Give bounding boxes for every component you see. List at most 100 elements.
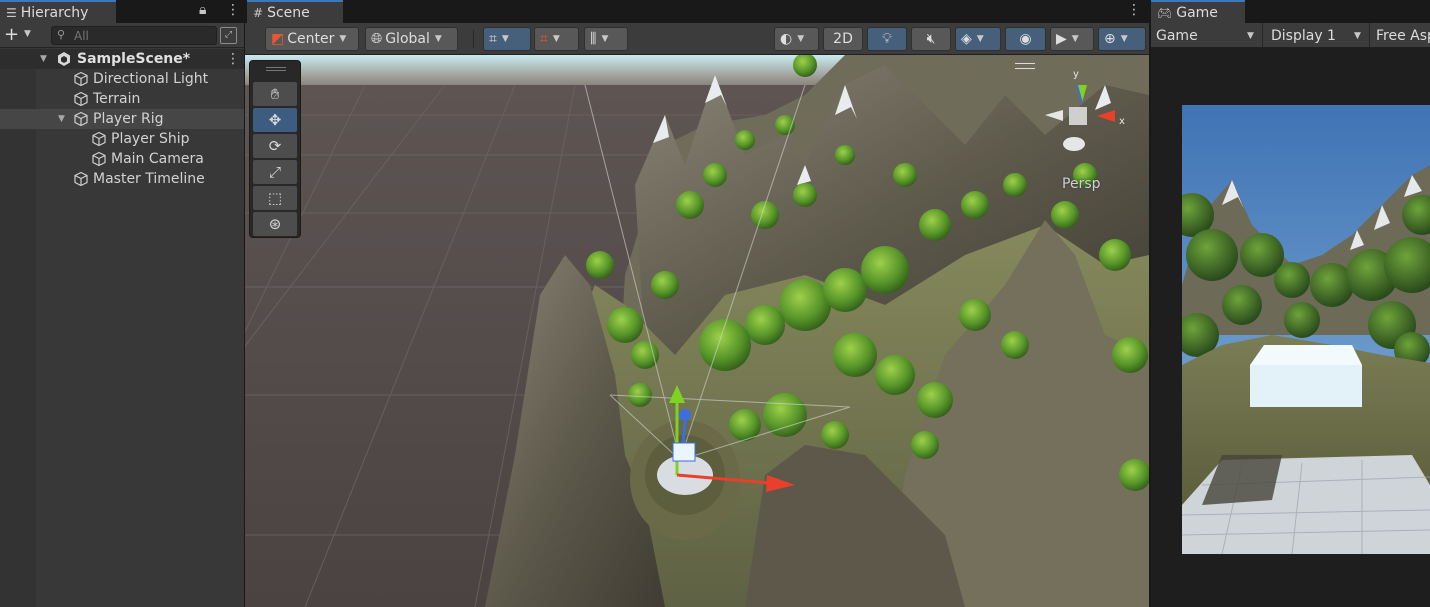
tab-scene[interactable]: # Scene <box>247 0 343 23</box>
lightbulb-icon: 💡︎ <box>882 31 892 47</box>
gamepad-icon: 🎮︎ <box>1157 5 1173 20</box>
chevron-down-icon: ▼ <box>501 34 509 44</box>
gameobject-cube-icon <box>74 71 88 87</box>
hierarchy-tabbar: ☰ Hierarchy 🔒︎ ⋮ <box>0 0 244 23</box>
hierarchy-item-directional-light[interactable]: Directional Light <box>0 69 244 89</box>
grid-snap-toggle[interactable]: ⌗ ▼ <box>483 27 531 51</box>
effects-toggle[interactable]: ◈ ▼ <box>955 27 1001 51</box>
tab-hierarchy[interactable]: ☰ Hierarchy <box>0 0 116 23</box>
chevron-down-icon: ▼ <box>339 34 347 44</box>
hierarchy-item-player-ship[interactable]: Player Ship <box>0 129 244 149</box>
transform-tool[interactable]: ⊛ <box>253 212 297 236</box>
aspect-dropdown[interactable]: Free Aspect <box>1371 23 1430 47</box>
chevron-down-icon: ▼ <box>1120 34 1128 44</box>
expand-arrow-icon[interactable]: ▼ <box>40 54 47 64</box>
grid-visibility-toggle[interactable]: ⫼ ▼ <box>584 27 628 51</box>
lock-icon[interactable]: 🔒︎ <box>199 2 206 18</box>
rotate-tool[interactable]: ⟳ <box>253 134 297 158</box>
snap-increment-icon: ⌗ <box>540 31 548 47</box>
scene-render: x y <box>245 55 1149 607</box>
gizmo-globe-icon: ⊕ <box>1104 31 1116 47</box>
move-tool[interactable]: ✥ <box>253 108 297 132</box>
scene-name: SampleScene* <box>77 51 191 67</box>
2d-label: 2D <box>833 31 853 47</box>
expand-arrow-icon[interactable]: ▼ <box>58 114 65 124</box>
pivot-icon: ◩ <box>271 31 285 47</box>
hierarchy-item-main-camera[interactable]: Main Camera <box>0 149 244 169</box>
tab-game[interactable]: 🎮︎ Game <box>1151 0 1245 23</box>
eye-crossed-icon: ◉ <box>1019 31 1032 47</box>
effects-layers-icon: ◈ <box>961 31 972 47</box>
draw-mode-dropdown[interactable]: ◐ ▼ <box>774 27 819 51</box>
ruler-icon: ⫼ <box>590 31 597 47</box>
add-dropdown-icon[interactable]: ▼ <box>24 29 31 39</box>
hierarchy-search[interactable]: ⚲ <box>51 26 217 45</box>
hierarchy-item-label: Main Camera <box>111 151 204 167</box>
hierarchy-toolbar: + ▼ ⚲ ⤢ <box>0 23 244 48</box>
audio-mute-icon: 🔇︎ <box>926 31 936 47</box>
chevron-down-icon: ▼ <box>797 34 805 44</box>
hierarchy-search-input[interactable] <box>74 28 214 43</box>
audio-toggle[interactable]: 🔇︎ <box>911 27 951 51</box>
game-view-label: Game <box>1156 27 1198 44</box>
scene-menu-icon[interactable]: ⋮ <box>1127 2 1141 18</box>
search-filter-icon[interactable]: ⤢ <box>220 27 237 44</box>
hierarchy-scene-row[interactable]: ▼ SampleScene* ⋮ <box>0 49 244 69</box>
chevron-down-icon: ▼ <box>434 34 442 44</box>
chevron-down-icon: ▼ <box>1354 30 1361 41</box>
game-toolbar: Game ▼ Display 1 ▼ Free Aspect <box>1151 23 1430 48</box>
display-label: Display 1 <box>1271 27 1336 44</box>
rect-tool[interactable]: ⬚ <box>253 186 297 210</box>
add-icon[interactable]: + <box>4 25 19 45</box>
scene-menu-icon[interactable]: ⋮ <box>226 51 240 67</box>
pivot-rotation-dropdown[interactable]: 🌐︎ Global ▼ <box>365 27 458 51</box>
hierarchy-item-terrain[interactable]: Terrain <box>0 89 244 109</box>
scale-icon: ⤢ <box>268 163 281 181</box>
game-panel: 🎮︎ Game Game ▼ Display 1 ▼ Free Aspect <box>1151 0 1430 607</box>
increment-snap-toggle[interactable]: ⌗ ▼ <box>534 27 579 51</box>
lighting-toggle[interactable]: 💡︎ <box>867 27 907 51</box>
move-icon: ✥ <box>268 111 282 129</box>
hierarchy-menu-icon[interactable]: ⋮ <box>226 2 240 18</box>
gizmos-dropdown[interactable]: ⊕ ▼ <box>1098 27 1146 51</box>
axis-y-label: y <box>1073 69 1079 80</box>
gameobject-cube-icon <box>92 131 106 147</box>
game-viewport[interactable] <box>1182 105 1430 554</box>
hierarchy-item-label: Terrain <box>93 91 141 107</box>
scene-viewport[interactable]: x y Persp ✋︎ ✥ ⟳ ⤢ ⬚ ⊛ <box>245 55 1149 607</box>
search-icon: ⚲ <box>57 28 66 41</box>
gizmo-menu-icon[interactable] <box>1015 63 1035 69</box>
pivot-mode-dropdown[interactable]: ◩ Center ▼ <box>265 27 359 51</box>
hierarchy-item-label: Master Timeline <box>93 171 205 187</box>
scale-tool[interactable]: ⤢ <box>253 160 297 184</box>
camera-settings-dropdown[interactable]: ▶︎ ▼ <box>1050 27 1094 51</box>
list-icon: ☰ <box>6 5 17 20</box>
aspect-label: Free Aspect <box>1376 27 1430 44</box>
display-dropdown[interactable]: Display 1 ▼ <box>1266 23 1370 47</box>
hidden-objects-toggle[interactable]: ◉ <box>1005 27 1046 51</box>
chevron-down-icon: ▼ <box>552 34 560 44</box>
gameobject-cube-icon <box>92 151 106 167</box>
grid-icon: # <box>253 5 264 20</box>
gameobject-cube-icon <box>74 91 88 107</box>
projection-label[interactable]: Persp <box>1062 176 1101 192</box>
game-view-dropdown[interactable]: Game ▼ <box>1151 23 1263 47</box>
tab-hierarchy-label: Hierarchy <box>20 4 89 21</box>
rotate-icon: ⟳ <box>268 137 282 155</box>
hierarchy-item-label: Directional Light <box>93 71 209 87</box>
transform-icon: ⊛ <box>268 215 282 233</box>
chevron-down-icon: ▼ <box>1071 34 1079 44</box>
scene-tabbar: # Scene ⋮ <box>245 0 1149 23</box>
tool-palette: ✋︎ ✥ ⟳ ⤢ ⬚ ⊛ <box>249 60 301 238</box>
chevron-down-icon: ▼ <box>1247 30 1254 41</box>
hand-tool[interactable]: ✋︎ <box>253 82 297 106</box>
hierarchy-item-label: Player Rig <box>93 111 164 127</box>
drag-handle[interactable] <box>266 67 286 71</box>
hierarchy-item-player-rig[interactable]: ▼ Player Rig <box>0 109 244 129</box>
shading-icon: ◐ <box>780 31 793 47</box>
2d-toggle[interactable]: 2D <box>823 27 863 51</box>
gameobject-cube-icon <box>74 111 88 127</box>
hierarchy-item-label: Player Ship <box>111 131 190 147</box>
camera-icon: ▶︎ <box>1056 31 1067 47</box>
hierarchy-item-master-timeline[interactable]: Master Timeline <box>0 169 244 189</box>
